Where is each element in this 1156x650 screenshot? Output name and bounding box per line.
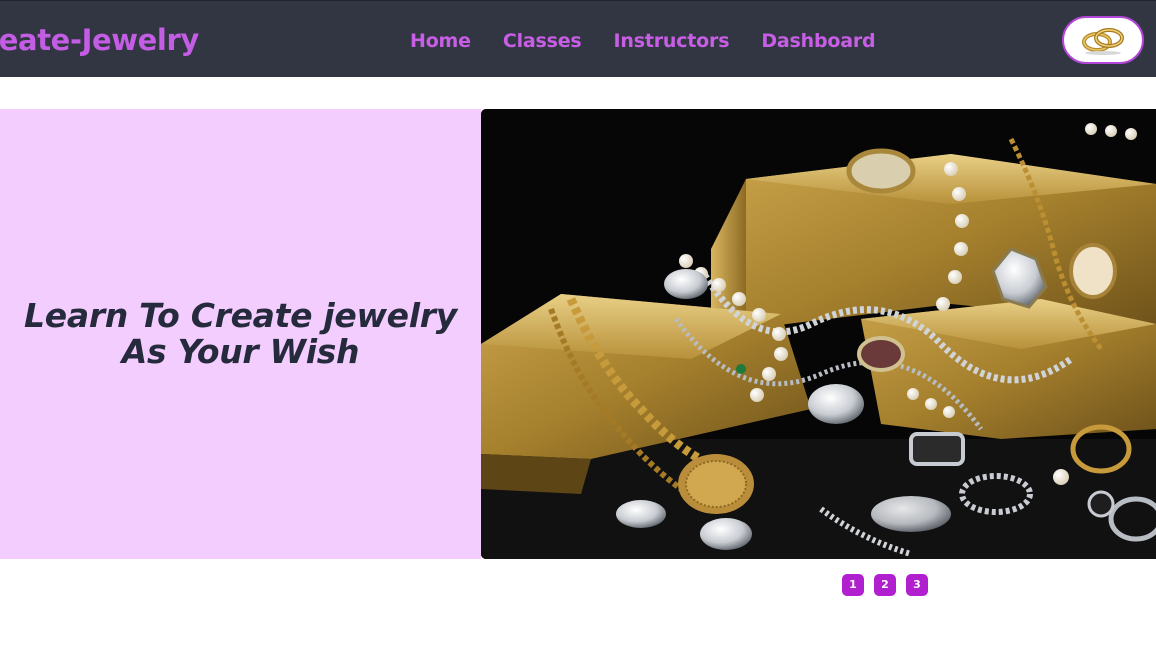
hero-title: Learn To Create jewelry As Your Wish <box>24 296 457 371</box>
page-button-2[interactable]: 2 <box>874 574 896 596</box>
main-nav: Home Classes Instructors Dashboard <box>394 27 891 55</box>
nav-link-home[interactable]: Home <box>394 27 487 55</box>
nav-link-instructors[interactable]: Instructors <box>598 27 746 55</box>
carousel-pagination: 1 2 3 <box>842 574 928 596</box>
gold-bars-jewelry-photo <box>481 109 1156 559</box>
brand-logo-text[interactable]: Create-Jewelry <box>0 20 199 60</box>
nav-link-dashboard[interactable]: Dashboard <box>745 27 891 55</box>
page-button-3[interactable]: 3 <box>906 574 928 596</box>
hero-image <box>481 109 1156 559</box>
navbar: Create-Jewelry Home Classes Instructors … <box>0 0 1156 77</box>
page-button-1[interactable]: 1 <box>842 574 864 596</box>
gold-rings-icon <box>1082 28 1124 55</box>
nav-link-classes[interactable]: Classes <box>487 27 598 55</box>
user-avatar-button[interactable] <box>1062 16 1144 64</box>
hero-text-panel: Learn To Create jewelry As Your Wish <box>0 109 481 559</box>
